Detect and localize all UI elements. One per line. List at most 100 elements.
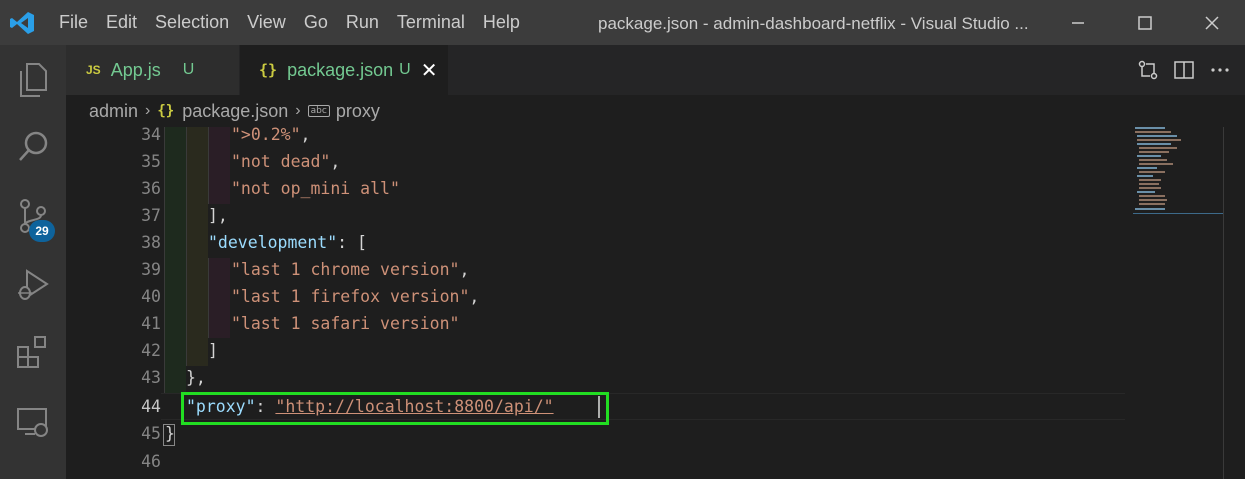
close-window-button[interactable]	[1192, 0, 1232, 45]
minimize-icon	[1072, 21, 1084, 24]
vscode-logo-icon[interactable]	[9, 10, 35, 36]
line-number-active: 44	[141, 397, 161, 416]
search-icon	[19, 131, 48, 161]
maximize-icon	[1138, 15, 1152, 30]
code-line: "last 1 safari version"	[231, 314, 460, 333]
minimap-line	[1139, 195, 1165, 197]
indent-guide	[164, 127, 186, 393]
breadcrumb-folder[interactable]: admin	[89, 101, 138, 122]
line-number: 46	[141, 452, 161, 471]
minimap-line	[1139, 187, 1161, 189]
minimap-line	[1137, 175, 1153, 177]
menu-view[interactable]: View	[238, 0, 295, 45]
line-number-gutter: 34 35 36 37 38 39 40 41 42 43 44 45 46	[66, 127, 161, 479]
minimap-line	[1137, 139, 1181, 141]
minimap-line	[1139, 151, 1169, 153]
minimize-button[interactable]	[1058, 0, 1098, 45]
code-line: },	[186, 368, 206, 387]
minimap-line	[1137, 155, 1161, 157]
minimap-line	[1135, 131, 1171, 133]
menu-edit[interactable]: Edit	[97, 0, 146, 45]
window-title: package.json - admin-dashboard-netflix -…	[598, 14, 1029, 33]
menu-file[interactable]: File	[50, 0, 97, 45]
run-debug-icon	[18, 269, 49, 300]
menu-run[interactable]: Run	[337, 0, 388, 45]
minimap-line	[1135, 208, 1165, 210]
minimap-line	[1137, 143, 1171, 145]
remote-explorer-icon	[17, 408, 48, 437]
minimap[interactable]	[1133, 127, 1225, 227]
breadcrumb-file[interactable]: package.json	[182, 101, 288, 122]
code-line: ">0.2%",	[231, 127, 311, 144]
tab-app-js[interactable]: JS App.js U	[66, 45, 239, 95]
minimap-line	[1135, 127, 1165, 129]
minimap-line	[1139, 183, 1159, 185]
activity-remote-explorer[interactable]	[8, 397, 58, 447]
line-number: 40	[141, 287, 161, 306]
code-line: "last 1 chrome version",	[231, 260, 470, 279]
activity-extensions[interactable]	[8, 327, 58, 377]
json-file-icon: {}	[259, 61, 278, 79]
minimap-line	[1139, 179, 1161, 181]
maximize-button[interactable]	[1125, 0, 1165, 45]
line-number: 45	[141, 424, 161, 443]
source-control-badge: 29	[29, 220, 55, 242]
indent-guide	[208, 127, 230, 204]
bracket-match-highlight	[163, 424, 175, 446]
minimap-line	[1137, 191, 1155, 193]
javascript-file-icon: JS	[86, 63, 101, 77]
menu-help[interactable]: Help	[474, 0, 529, 45]
activity-explorer[interactable]	[8, 55, 58, 105]
code-line: ]	[208, 341, 218, 360]
tab-bar: JS App.js U {} package.json U ✕	[66, 45, 1245, 95]
indent-guide	[186, 127, 208, 366]
annotation-highlight-box	[181, 392, 609, 425]
line-number: 34	[141, 127, 161, 144]
minimap-line	[1137, 135, 1177, 137]
explorer-icon	[20, 63, 47, 97]
line-number: 35	[141, 152, 161, 171]
code-line: ],	[208, 206, 228, 225]
code-line: "not op_mini all"	[231, 179, 400, 198]
close-icon	[1205, 15, 1219, 30]
tab-label: package.json	[287, 59, 394, 80]
minimap-line	[1139, 199, 1167, 201]
minimap-line	[1139, 203, 1165, 205]
code-line: "not dead",	[231, 152, 341, 171]
chevron-right-icon: ›	[145, 102, 151, 119]
menu-terminal[interactable]: Terminal	[388, 0, 474, 45]
editor-actions	[1137, 45, 1231, 95]
string-symbol-icon: abc	[307, 105, 330, 117]
breadcrumb: admin › {} package.json › abc proxy	[66, 95, 1245, 127]
text-cursor	[598, 396, 600, 418]
extensions-icon	[17, 336, 46, 368]
minimap-line	[1139, 159, 1167, 161]
minimap-line	[1139, 147, 1177, 149]
untracked-badge: U	[182, 61, 195, 78]
tab-label: App.js	[110, 59, 161, 80]
indent-guide	[208, 258, 230, 338]
more-actions-icon[interactable]	[1209, 59, 1231, 81]
menu-bar: File Edit Selection View Go Run Terminal…	[50, 0, 529, 45]
line-number: 37	[141, 206, 161, 225]
vertical-scrollbar[interactable]	[1223, 127, 1245, 479]
json-file-icon: {}	[157, 103, 175, 119]
breadcrumb-symbol[interactable]: proxy	[336, 101, 380, 122]
untracked-badge: U	[399, 61, 411, 78]
title-bar: File Edit Selection View Go Run Terminal…	[0, 0, 1245, 45]
menu-go[interactable]: Go	[295, 0, 337, 45]
split-editor-icon[interactable]	[1173, 59, 1195, 81]
menu-selection[interactable]: Selection	[146, 0, 238, 45]
activity-run-debug[interactable]	[8, 260, 58, 310]
close-tab-icon[interactable]: ✕	[421, 58, 438, 82]
code-editor[interactable]: 34 35 36 37 38 39 40 41 42 43 44 45 46 "…	[66, 127, 1245, 479]
line-number: 42	[141, 341, 161, 360]
minimap-line	[1137, 167, 1157, 169]
activity-search[interactable]	[8, 122, 58, 172]
code-line: "development": [	[208, 233, 367, 252]
compare-changes-icon[interactable]	[1137, 59, 1159, 81]
tab-package-json[interactable]: {} package.json U ✕	[240, 45, 448, 95]
line-number: 39	[141, 260, 161, 279]
minimap-viewport-line	[1133, 213, 1223, 214]
minimap-line	[1139, 171, 1165, 173]
